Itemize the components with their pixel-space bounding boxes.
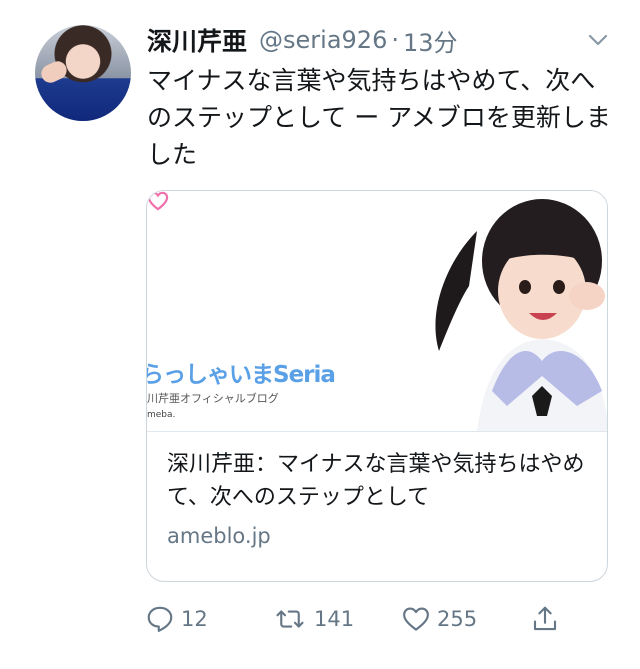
reply-icon (147, 606, 173, 632)
card-brand-ameba: meba. (147, 410, 176, 420)
retweet-button[interactable]: 141 (272, 604, 354, 634)
heart-icon (147, 191, 169, 211)
chevron-down-icon[interactable] (586, 28, 610, 52)
card-image: らっしゃいまSeria 川芹亜オフィシャルブログ meba. (147, 191, 607, 432)
separator-dot: · (391, 26, 399, 54)
card-brand-subtitle: 川芹亜オフィシャルブログ (147, 392, 279, 405)
share-button[interactable] (530, 604, 566, 634)
link-card[interactable]: らっしゃいまSeria 川芹亜オフィシャルブログ meba. 深川芹亜：マイナス… (146, 190, 608, 582)
retweet-count: 141 (314, 607, 355, 631)
like-count: 255 (437, 607, 478, 631)
reply-count: 12 (181, 607, 208, 631)
tweet-time[interactable]: 13分 (403, 23, 458, 58)
share-icon (533, 606, 557, 631)
card-brand-title: らっしゃいまSeria (147, 362, 336, 388)
tweet-text: マイナスな言葉や気持ちはやめて、次へのステップとして ー アメブロを更新しました (147, 66, 611, 169)
author-name[interactable]: 深川芹亜 (147, 22, 247, 58)
like-icon (403, 607, 429, 631)
tweet-header: 深川芹亜 @seria926 · 13分 (147, 22, 458, 58)
card-body: 深川芹亜：マイナスな言葉や気持ちはやめて、次へのステップとして ameblo.j… (167, 448, 592, 548)
card-title: 深川芹亜：マイナスな言葉や気持ちはやめて、次へのステップとして (167, 452, 585, 510)
retweet-icon (276, 610, 304, 628)
avatar[interactable] (35, 25, 131, 121)
like-button[interactable]: 255 (401, 604, 477, 634)
author-handle[interactable]: @seria926 (259, 26, 387, 54)
card-domain: ameblo.jp (167, 524, 271, 548)
avatar-hand (38, 58, 70, 86)
action-bar: 12 141 255 (0, 604, 640, 644)
reply-button[interactable]: 12 (145, 604, 208, 634)
